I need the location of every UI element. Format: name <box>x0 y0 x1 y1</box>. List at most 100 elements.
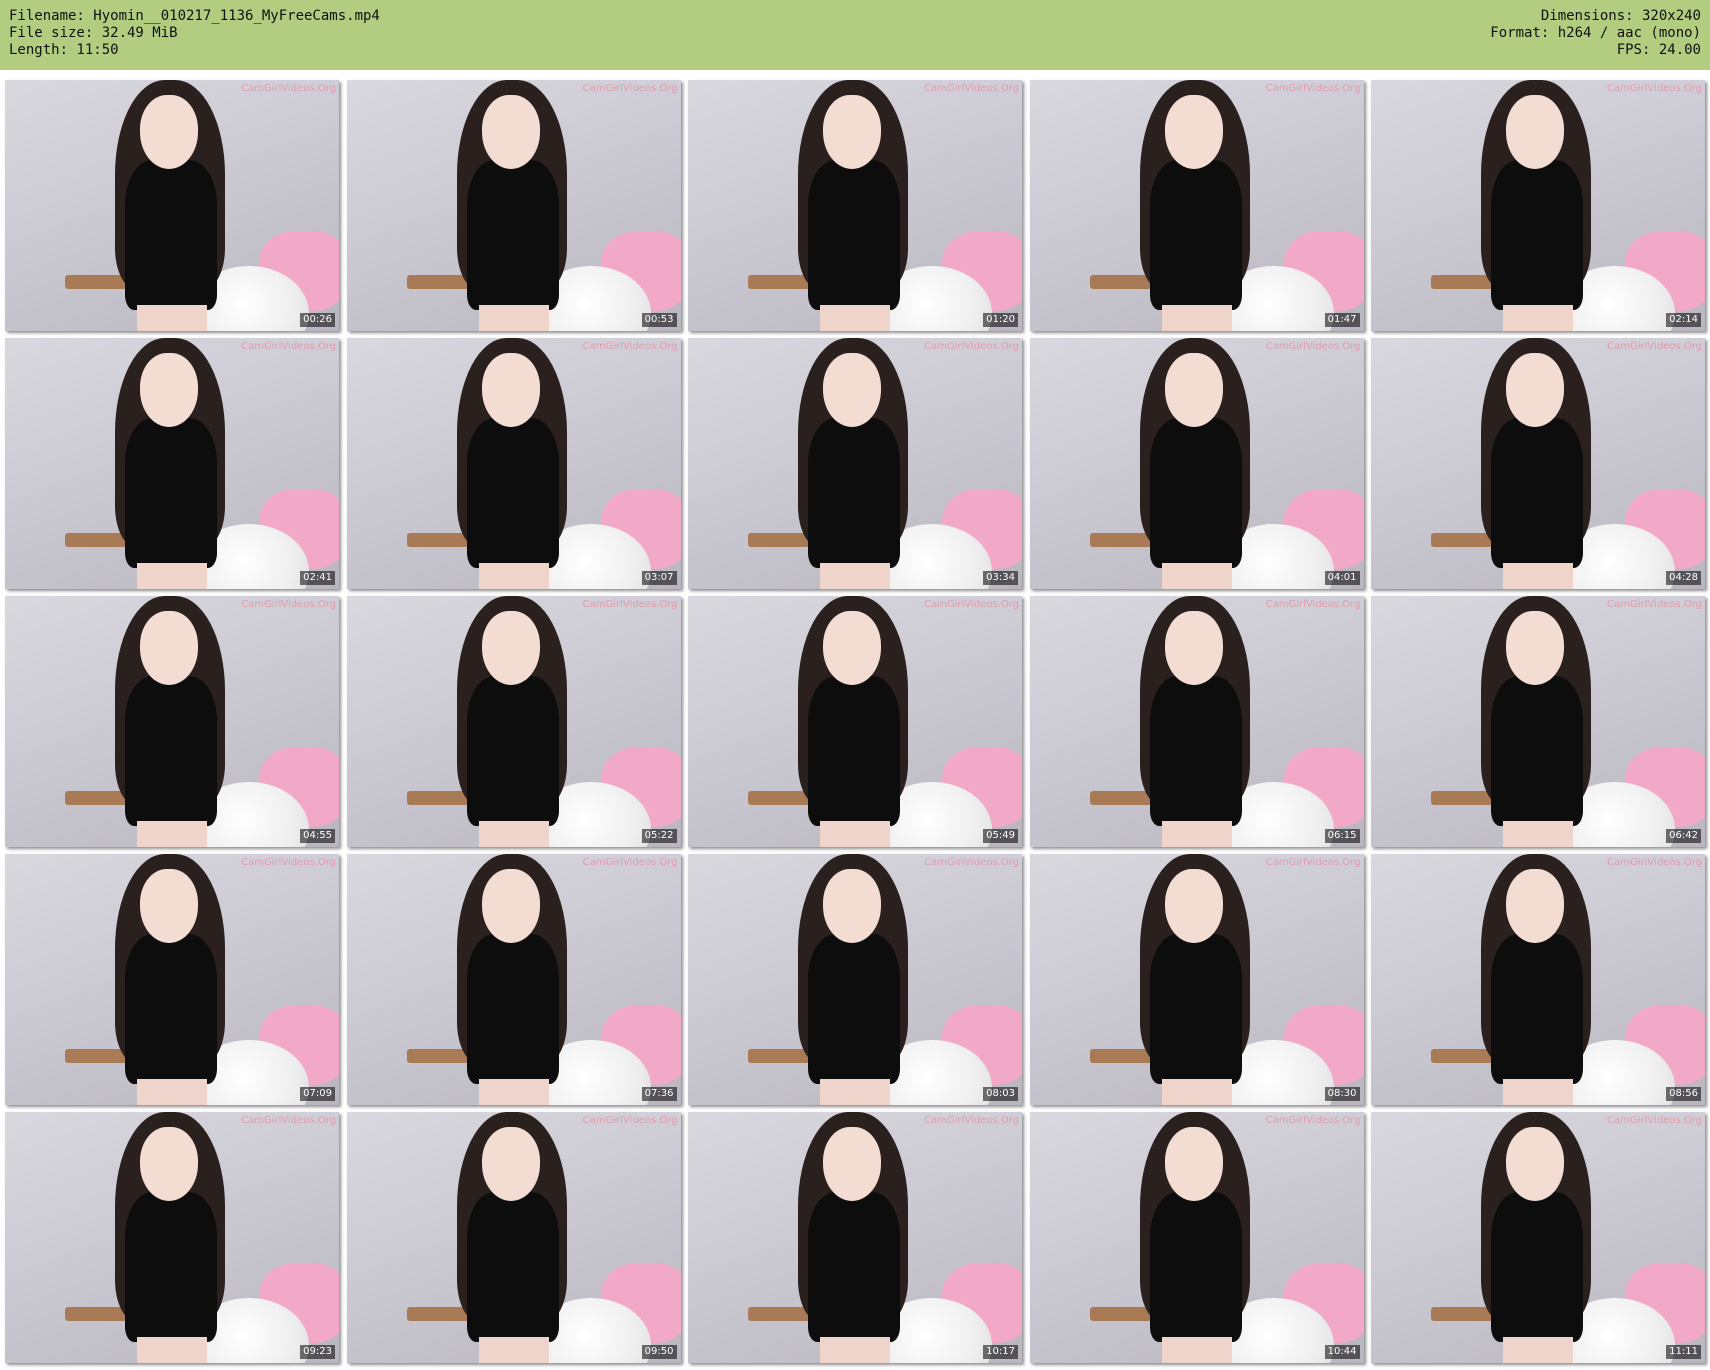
video-thumbnail[interactable]: CamGirlVideos.Org 02:41 <box>5 338 339 589</box>
timestamp-label: 09:23 <box>300 1345 335 1359</box>
video-thumbnail[interactable]: CamGirlVideos.Org 11:11 <box>1371 1112 1705 1363</box>
chair-shape <box>1431 1049 1493 1063</box>
video-thumbnail[interactable]: CamGirlVideos.Org 01:20 <box>688 80 1022 331</box>
legs-shape <box>820 821 890 847</box>
video-thumbnail[interactable]: CamGirlVideos.Org 08:03 <box>688 854 1022 1105</box>
video-thumbnail[interactable]: CamGirlVideos.Org 09:50 <box>346 1112 681 1363</box>
timestamp-label: 08:30 <box>1324 1087 1360 1101</box>
dress-shape <box>1491 676 1583 826</box>
video-thumbnail[interactable]: CamGirlVideos.Org 02:14 <box>1371 80 1705 331</box>
timestamp-label: 08:56 <box>1666 1087 1701 1101</box>
video-thumbnail[interactable]: CamGirlVideos.Org 05:22 <box>346 596 681 847</box>
legs-shape <box>137 305 207 331</box>
dress-shape <box>125 1192 217 1342</box>
watermark-text: CamGirlVideos.Org <box>924 1115 1019 1126</box>
chair-shape <box>65 791 127 805</box>
legs-shape <box>137 1337 207 1363</box>
timestamp-label: 11:11 <box>1666 1345 1701 1359</box>
dimensions-text: Dimensions: 320x240 <box>1540 8 1701 24</box>
file-info-left: Filename: Hyomin__010217_1136_MyFreeCams… <box>9 8 380 59</box>
dress-shape <box>466 418 559 568</box>
face-shape <box>1164 869 1223 943</box>
dress-shape <box>1149 676 1242 826</box>
face-shape <box>140 611 198 685</box>
video-thumbnail[interactable]: CamGirlVideos.Org 10:17 <box>688 1112 1022 1363</box>
timestamp-label: 01:20 <box>983 313 1018 327</box>
video-thumbnail[interactable]: CamGirlVideos.Org 07:09 <box>5 854 339 1105</box>
legs-shape <box>1161 1337 1232 1363</box>
legs-shape <box>1503 1079 1573 1105</box>
video-thumbnail[interactable]: CamGirlVideos.Org 06:15 <box>1029 596 1364 847</box>
video-thumbnail[interactable]: CamGirlVideos.Org 07:36 <box>346 854 681 1105</box>
timestamp-label: 06:42 <box>1666 829 1701 843</box>
chair-shape <box>748 1049 810 1063</box>
file-info-right: Dimensions: 320x240 Format: h264 / aac (… <box>1490 8 1701 59</box>
watermark-text: CamGirlVideos.Org <box>582 1115 678 1126</box>
dress-shape <box>1491 934 1583 1084</box>
face-shape <box>1164 1127 1223 1201</box>
watermark-text: CamGirlVideos.Org <box>1607 599 1702 610</box>
face-shape <box>1506 353 1564 427</box>
chair-shape <box>406 275 469 289</box>
watermark-text: CamGirlVideos.Org <box>1607 341 1702 352</box>
dress-shape <box>125 934 217 1084</box>
dress-shape <box>808 1192 900 1342</box>
video-thumbnail[interactable]: CamGirlVideos.Org 08:56 <box>1371 854 1705 1105</box>
dress-shape <box>466 1192 559 1342</box>
legs-shape <box>1503 305 1573 331</box>
length-text: Length: 11:50 <box>9 42 119 58</box>
watermark-text: CamGirlVideos.Org <box>241 857 336 868</box>
dress-shape <box>466 676 559 826</box>
legs-shape <box>478 563 549 589</box>
timestamp-label: 05:49 <box>983 829 1018 843</box>
video-thumbnail[interactable]: CamGirlVideos.Org 09:23 <box>5 1112 339 1363</box>
chair-shape <box>1089 1307 1152 1321</box>
video-thumbnail[interactable]: CamGirlVideos.Org 06:42 <box>1371 596 1705 847</box>
timestamp-label: 01:47 <box>1324 313 1360 327</box>
chair-shape <box>1089 791 1152 805</box>
legs-shape <box>820 563 890 589</box>
video-thumbnail[interactable]: CamGirlVideos.Org 00:53 <box>346 80 681 331</box>
watermark-text: CamGirlVideos.Org <box>924 341 1019 352</box>
video-thumbnail[interactable]: CamGirlVideos.Org 00:26 <box>5 80 339 331</box>
face-shape <box>823 95 881 169</box>
face-shape <box>823 353 881 427</box>
video-thumbnail[interactable]: CamGirlVideos.Org 04:01 <box>1029 338 1364 589</box>
video-thumbnail[interactable]: CamGirlVideos.Org 08:30 <box>1029 854 1364 1105</box>
watermark-text: CamGirlVideos.Org <box>1265 83 1361 94</box>
video-thumbnail[interactable]: CamGirlVideos.Org 03:34 <box>688 338 1022 589</box>
video-thumbnail[interactable]: CamGirlVideos.Org 04:55 <box>5 596 339 847</box>
video-thumbnail[interactable]: CamGirlVideos.Org 01:47 <box>1029 80 1364 331</box>
chair-shape <box>1431 533 1493 547</box>
face-shape <box>1506 1127 1564 1201</box>
face-shape <box>140 869 198 943</box>
video-thumbnail[interactable]: CamGirlVideos.Org 03:07 <box>346 338 681 589</box>
chair-shape <box>1431 275 1493 289</box>
watermark-text: CamGirlVideos.Org <box>582 341 678 352</box>
chair-shape <box>1089 1049 1152 1063</box>
chair-shape <box>748 275 810 289</box>
dress-shape <box>1491 160 1583 310</box>
chair-shape <box>406 533 469 547</box>
watermark-text: CamGirlVideos.Org <box>1607 1115 1702 1126</box>
face-shape <box>481 869 540 943</box>
video-thumbnail[interactable]: CamGirlVideos.Org 05:49 <box>688 596 1022 847</box>
chair-shape <box>748 791 810 805</box>
face-shape <box>823 1127 881 1201</box>
timestamp-label: 04:55 <box>300 829 335 843</box>
video-thumbnail[interactable]: CamGirlVideos.Org 10:44 <box>1029 1112 1364 1363</box>
timestamp-label: 03:34 <box>983 571 1018 585</box>
chair-shape <box>65 533 127 547</box>
filename-text: Filename: Hyomin__010217_1136_MyFreeCams… <box>9 8 380 24</box>
watermark-text: CamGirlVideos.Org <box>1265 341 1361 352</box>
timestamp-label: 02:41 <box>300 571 335 585</box>
dress-shape <box>1149 934 1242 1084</box>
dress-shape <box>466 934 559 1084</box>
face-shape <box>823 611 881 685</box>
legs-shape <box>1161 305 1232 331</box>
face-shape <box>481 353 540 427</box>
watermark-text: CamGirlVideos.Org <box>241 83 336 94</box>
chair-shape <box>1431 791 1493 805</box>
timestamp-label: 04:01 <box>1324 571 1360 585</box>
video-thumbnail[interactable]: CamGirlVideos.Org 04:28 <box>1371 338 1705 589</box>
